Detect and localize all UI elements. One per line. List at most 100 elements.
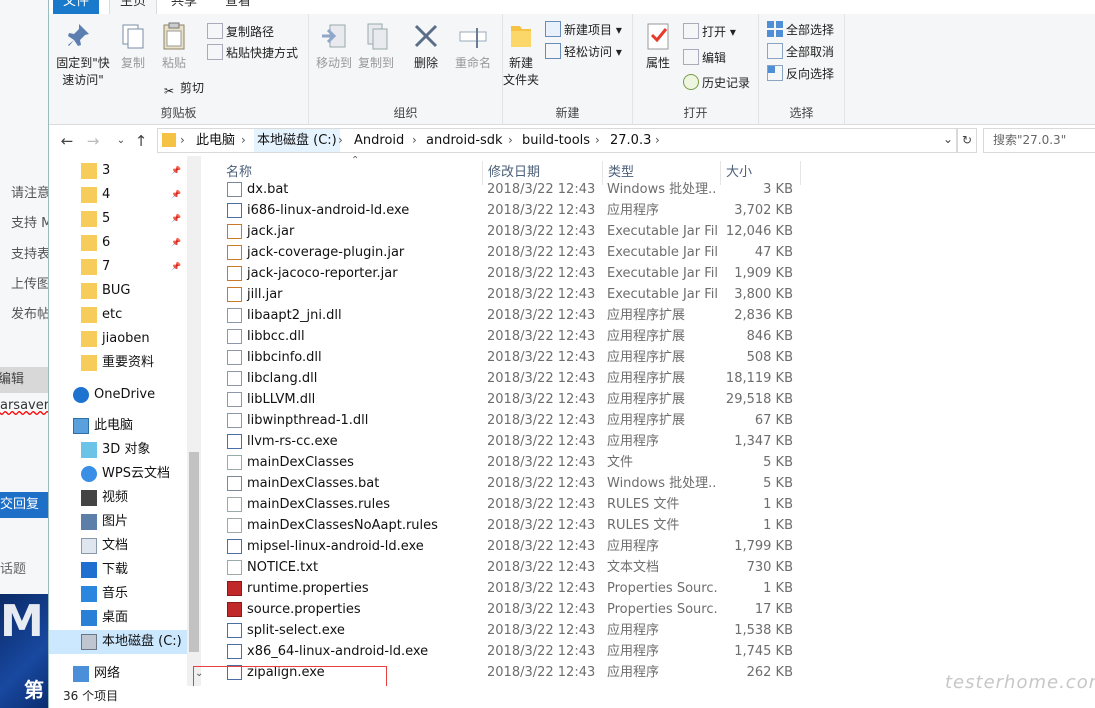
properties-button[interactable]: 属性 (641, 20, 675, 72)
nav-item-quick-5[interactable]: BUG (49, 279, 201, 303)
file-row[interactable]: mainDexClassesNoAapt.rules 2018/3/22 12:4… (221, 515, 801, 536)
open-button[interactable]: 打开 ▾ (683, 22, 736, 42)
tab-share[interactable]: 共享 (161, 0, 207, 14)
file-row[interactable]: x86_64-linux-android-ld.exe 2018/3/22 12:… (221, 641, 801, 662)
tab-view[interactable]: 查看 (215, 0, 261, 14)
new-folder-button[interactable]: 新建 文件夹 (503, 20, 539, 89)
tab-file[interactable]: 文件 (53, 0, 100, 14)
file-row[interactable]: jack.jar 2018/3/22 12:43 Executable Jar Fi… (221, 221, 801, 242)
file-row[interactable]: mainDexClasses.bat 2018/3/22 12:43 Windows… (221, 473, 801, 494)
file-row[interactable]: llvm-rs-cc.exe 2018/3/22 12:43 应用程序 1,347 K… (221, 431, 801, 452)
nav-item-quick-1[interactable]: 4 📌 (49, 183, 201, 207)
nav-item-pc-7[interactable]: 桌面 (49, 606, 201, 630)
nav-item-pc-6[interactable]: 音乐 (49, 582, 201, 606)
group-label-select: 选择 (789, 106, 814, 120)
file-row[interactable]: libbcc.dll 2018/3/22 12:43 应用程序扩展 846 KB (221, 326, 801, 347)
file-type: 应用程序 (607, 203, 660, 218)
paste-button[interactable]: 粘贴 (155, 20, 193, 72)
copy-button[interactable]: 复制 (115, 20, 151, 72)
bg-edit-tab[interactable]: 编辑 (0, 367, 48, 393)
group-open: 属性 打开 ▾ 编辑 历史记录 打开 (633, 14, 759, 125)
file-row[interactable]: libwinpthread-1.dll 2018/3/22 12:43 应用程序扩展… (221, 410, 801, 431)
select-none-button[interactable]: 全部取消 (767, 42, 834, 62)
nav-item-pc-2[interactable]: 视频 (49, 486, 201, 510)
nav-item-quick-2[interactable]: 5 📌 (49, 207, 201, 231)
onedrive-icon (73, 387, 89, 403)
address-dropdown-button[interactable]: ⌄ (939, 128, 957, 151)
file-row[interactable]: i686-linux-android-ld.exe 2018/3/22 12:43… (221, 200, 801, 221)
file-date: 2018/3/22 12:43 (487, 245, 596, 260)
breadcrumb-27-0-3[interactable]: 27.0.3 (610, 129, 651, 152)
nav-item-pc-4[interactable]: 文档 (49, 534, 201, 558)
nav-item-onedrive[interactable]: OneDrive (49, 383, 201, 407)
forward-button[interactable]: → (83, 130, 103, 152)
nav-item-pc-8[interactable]: 本地磁盘 (C:) (49, 630, 201, 654)
cut-button[interactable]: ✂ 剪切 (161, 78, 204, 98)
breadcrumb-android-sdk[interactable]: android-sdk (426, 129, 503, 152)
breadcrumb-build-tools[interactable]: build-tools (522, 129, 590, 152)
nav-item-quick-7[interactable]: jiaoben (49, 327, 201, 351)
file-row[interactable]: jack-coverage-plugin.jar 2018/3/22 12:43 E… (221, 242, 801, 263)
file-row[interactable]: mainDexClasses 2018/3/22 12:43 文件 5 KB (221, 452, 801, 473)
bg-text: 支持表 (11, 247, 48, 262)
easy-access-button[interactable]: 轻松访问 ▾ (545, 42, 622, 62)
pin-icon: 📌 (171, 262, 181, 271)
chevron-down-icon: ⌄ (116, 135, 126, 146)
file-row[interactable]: libbcinfo.dll 2018/3/22 12:43 应用程序扩展 508 KB (221, 347, 801, 368)
nav-scrollbar-thumb[interactable] (189, 452, 199, 652)
delete-button[interactable]: 删除 (407, 20, 445, 72)
back-button[interactable]: ← (57, 130, 77, 152)
paste-shortcut-button[interactable]: 粘贴快捷方式 (207, 43, 298, 63)
nav-item-pc-3[interactable]: 图片 (49, 510, 201, 534)
nav-item-label: 视频 (102, 490, 129, 505)
new-item-button[interactable]: 新建项目 ▾ (545, 20, 622, 40)
address-box[interactable]: › 此电脑 › 本地磁盘 (C:) › Android › android-sd… (157, 128, 957, 153)
select-all-button[interactable]: 全部选择 (767, 20, 834, 40)
file-row[interactable]: runtime.properties 2018/3/22 12:43 Propert… (221, 578, 801, 599)
breadcrumb-this-pc[interactable]: 此电脑 (196, 129, 235, 152)
file-date: 2018/3/22 12:43 (487, 434, 596, 449)
recent-locations-button[interactable]: ⌄ (111, 130, 131, 152)
refresh-button[interactable]: ↻ (957, 128, 977, 153)
copy-path-label: 复制路径 (226, 25, 275, 39)
copy-to-button[interactable]: 复制到 (357, 20, 395, 72)
file-row[interactable]: split-select.exe 2018/3/22 12:43 应用程序 1,538… (221, 620, 801, 641)
nav-item-pc-0[interactable]: 3D 对象 (49, 438, 201, 462)
pin-quick-access-button[interactable]: 固定到"快 速访问" (53, 20, 113, 89)
file-row[interactable]: jack-jacoco-reporter.jar 2018/3/22 12:43 E… (221, 263, 801, 284)
nav-item-pc-5[interactable]: 下载 (49, 558, 201, 582)
rename-button[interactable]: 重命名 (451, 20, 495, 72)
file-row[interactable]: NOTICE.txt 2018/3/22 12:43 文本文档 730 KB (221, 557, 801, 578)
file-row[interactable]: libLLVM.dll 2018/3/22 12:43 应用程序扩展 29,518 K… (221, 389, 801, 410)
file-row[interactable]: mipsel-linux-android-ld.exe 2018/3/22 12:… (221, 536, 801, 557)
nav-item-network[interactable]: 网络 (49, 662, 201, 686)
file-row[interactable]: libaapt2_jni.dll 2018/3/22 12:43 应用程序扩展 2,8… (221, 305, 801, 326)
bg-reply-button[interactable]: 交回复 (0, 492, 48, 518)
file-name: libwinpthread-1.dll (247, 413, 369, 428)
edit-button[interactable]: 编辑 (683, 48, 726, 68)
breadcrumb-local-disk[interactable]: 本地磁盘 (C:) (254, 129, 340, 152)
nav-item-quick-6[interactable]: etc (49, 303, 201, 327)
tab-home[interactable]: 主页 (109, 0, 158, 14)
file-row[interactable]: source.properties 2018/3/22 12:43 Properti… (221, 599, 801, 620)
nav-item-quick-3[interactable]: 6 📌 (49, 231, 201, 255)
search-input[interactable]: 搜索"27.0.3" (983, 128, 1095, 153)
move-to-button[interactable]: 移动到 (315, 20, 353, 72)
up-button[interactable]: ↑ (131, 130, 151, 152)
copy-path-button[interactable]: 复制路径 (207, 22, 274, 42)
nav-item-label: 桌面 (102, 610, 129, 625)
invert-selection-button[interactable]: 反向选择 (767, 64, 834, 84)
file-type: 应用程序扩展 (607, 350, 686, 365)
nav-item-pc-1[interactable]: WPS云文档 (49, 462, 201, 486)
file-row[interactable]: libclang.dll 2018/3/22 12:43 应用程序扩展 18,119 … (221, 368, 801, 389)
file-row[interactable]: jill.jar 2018/3/22 12:43 Executable Jar Fi… (221, 284, 801, 305)
nav-item-this-pc[interactable]: 此电脑 (49, 414, 201, 438)
file-row[interactable]: mainDexClasses.rules 2018/3/22 12:43 RULES… (221, 494, 801, 515)
nav-item-quick-8[interactable]: 重要资料 (49, 351, 201, 375)
breadcrumb-android[interactable]: Android (354, 129, 404, 152)
nav-item-quick-0[interactable]: 3 📌 (49, 159, 201, 183)
bg-link[interactable]: arsaver (0, 398, 48, 413)
history-button[interactable]: 历史记录 (683, 73, 750, 93)
file-row[interactable]: dx.bat 2018/3/22 12:43 Windows 批处理... 3 KB (221, 179, 801, 200)
nav-item-quick-4[interactable]: 7 📌 (49, 255, 201, 279)
